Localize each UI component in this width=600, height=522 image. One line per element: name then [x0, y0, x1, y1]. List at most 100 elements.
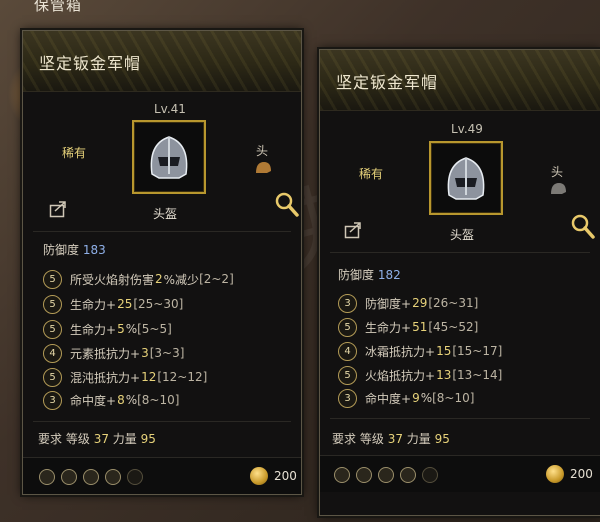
tier-badge: 5: [43, 319, 62, 339]
stat-range: [2~2]: [199, 272, 234, 286]
item-title: 坚定钣金军帽: [39, 54, 142, 73]
stat-value: 5: [117, 322, 125, 336]
stat-text: 所受火焰射伤害: [70, 272, 155, 287]
magnify-icon[interactable]: [274, 191, 300, 219]
stat-text: 生命力+: [365, 320, 412, 335]
stat-value: 13: [436, 368, 452, 382]
defense-value: 182: [377, 268, 401, 282]
share-icon[interactable]: [49, 200, 69, 218]
tier-badge: 3: [338, 388, 357, 408]
stat-row: 5 生命力+ 25 [25~30]: [43, 293, 183, 315]
item-tooltip-right: 坚定钣金军帽 Lv.49 稀有 头 头盔 防御度 182 3 防御度+ 29 […: [319, 49, 600, 516]
req-level: 37: [387, 432, 403, 446]
stat-value: 9: [412, 391, 420, 405]
stat-range: [15~17]: [452, 344, 503, 358]
stat-unit: %: [420, 391, 433, 405]
stat-text: 生命力+: [70, 297, 117, 312]
stat-row: 5 所受火焰射伤害 2 %减少 [2~2]: [43, 268, 234, 290]
item-type-name: 头盔: [153, 207, 178, 221]
tier-badge: 4: [338, 341, 357, 361]
tooltip-header: 坚定钣金军帽: [23, 31, 301, 92]
tier-badge: 5: [43, 269, 62, 289]
divider: [33, 231, 291, 232]
stat-row: 5 混沌抵抗力+ 12 [12~12]: [43, 366, 207, 388]
stat-text: 混沌抵抗力+: [70, 370, 141, 385]
stat-text: 生命力+: [70, 322, 117, 337]
gold-coin-icon: [546, 465, 564, 483]
slot-helmet-icon: [256, 162, 271, 173]
divider: [33, 421, 291, 422]
stat-row: 4 元素抵抗力+ 3 [3~3]: [43, 342, 184, 364]
stat-range: [45~52]: [428, 320, 479, 334]
tier-badge: 3: [43, 390, 62, 410]
item-title: 坚定钣金军帽: [336, 73, 439, 92]
class-icon-1: [39, 469, 55, 485]
stat-row: 5 生命力+ 51 [45~52]: [338, 316, 478, 338]
stat-unit: %: [125, 322, 138, 336]
item-tooltip-left: 坚定钣金军帽 Lv.41 稀有 头 头盔 防御度 183 5 所受火焰射伤害 2…: [22, 30, 302, 495]
item-rarity: 稀有: [62, 146, 87, 160]
item-frame[interactable]: [429, 141, 503, 215]
slot-helmet-icon: [551, 183, 566, 194]
stat-value: 25: [117, 297, 133, 311]
stat-text: 冰霜抵抗力+: [365, 344, 436, 359]
defense-label: 防御度: [338, 268, 375, 282]
slot-label: 头: [551, 165, 564, 179]
stat-range: [8~10]: [137, 393, 180, 407]
tier-badge: 5: [43, 367, 62, 387]
class-icon-3: [378, 467, 394, 483]
helmet-icon: [447, 157, 485, 200]
stat-row: 4 冰霜抵抗力+ 15 [15~17]: [338, 340, 502, 362]
price: 200: [570, 467, 593, 481]
magnify-icon[interactable]: [570, 213, 596, 241]
req-strength-label: 力量: [112, 432, 137, 446]
defense-line: 防御度 183: [43, 241, 106, 258]
stat-range: [12~12]: [157, 370, 208, 384]
req-label: 要求: [332, 432, 357, 446]
class-icon-3: [83, 469, 99, 485]
stat-row: 3 命中度+ 9 % [8~10]: [338, 387, 474, 409]
stat-value: 3: [141, 346, 149, 360]
req-level-label: 等级: [65, 432, 90, 446]
class-icon-2: [61, 469, 77, 485]
stat-text: 元素抵抗力+: [70, 346, 141, 361]
helmet-icon: [150, 136, 188, 179]
defense-label: 防御度: [43, 243, 80, 257]
tier-badge: 5: [338, 365, 357, 385]
stat-row: 5 生命力+ 5 % [5~5]: [43, 318, 172, 340]
item-type-name: 头盔: [450, 228, 475, 242]
stat-value: 15: [436, 344, 452, 358]
tooltip-footer: 200: [23, 457, 301, 494]
stat-unit: %: [125, 393, 138, 407]
defense-value: 183: [82, 243, 106, 257]
requirements: 要求 等级 37 力量 95: [38, 430, 156, 447]
stat-range: [26~31]: [428, 296, 479, 310]
stat-range: [8~10]: [432, 391, 475, 405]
tier-badge: 3: [338, 293, 357, 313]
req-label: 要求: [38, 432, 63, 446]
stat-value: 12: [141, 370, 157, 384]
gold-coin-icon: [250, 467, 268, 485]
req-level-label: 等级: [359, 432, 384, 446]
class-icon-4: [400, 467, 416, 483]
class-icon-1: [334, 467, 350, 483]
divider: [330, 418, 590, 419]
stat-value: 8: [117, 393, 125, 407]
req-strength: 95: [140, 432, 156, 446]
stat-text: 命中度+: [365, 391, 412, 406]
price: 200: [274, 469, 297, 483]
stat-row: 3 命中度+ 8 % [8~10]: [43, 389, 179, 411]
requirements: 要求 等级 37 力量 95: [332, 430, 450, 447]
divider: [330, 252, 590, 253]
item-rarity: 稀有: [359, 167, 384, 181]
item-level: Lv.41: [154, 102, 186, 116]
tooltip-header: 坚定钣金军帽: [320, 50, 600, 111]
item-level: Lv.49: [451, 122, 483, 136]
storage-label: 保管箱: [34, 0, 83, 14]
stat-range: [25~30]: [133, 297, 184, 311]
share-icon[interactable]: [344, 221, 364, 239]
tier-badge: 5: [338, 317, 357, 337]
class-icon-5: [422, 467, 438, 483]
item-frame[interactable]: [132, 120, 206, 194]
stat-row: 5 火焰抵抗力+ 13 [13~14]: [338, 364, 502, 386]
